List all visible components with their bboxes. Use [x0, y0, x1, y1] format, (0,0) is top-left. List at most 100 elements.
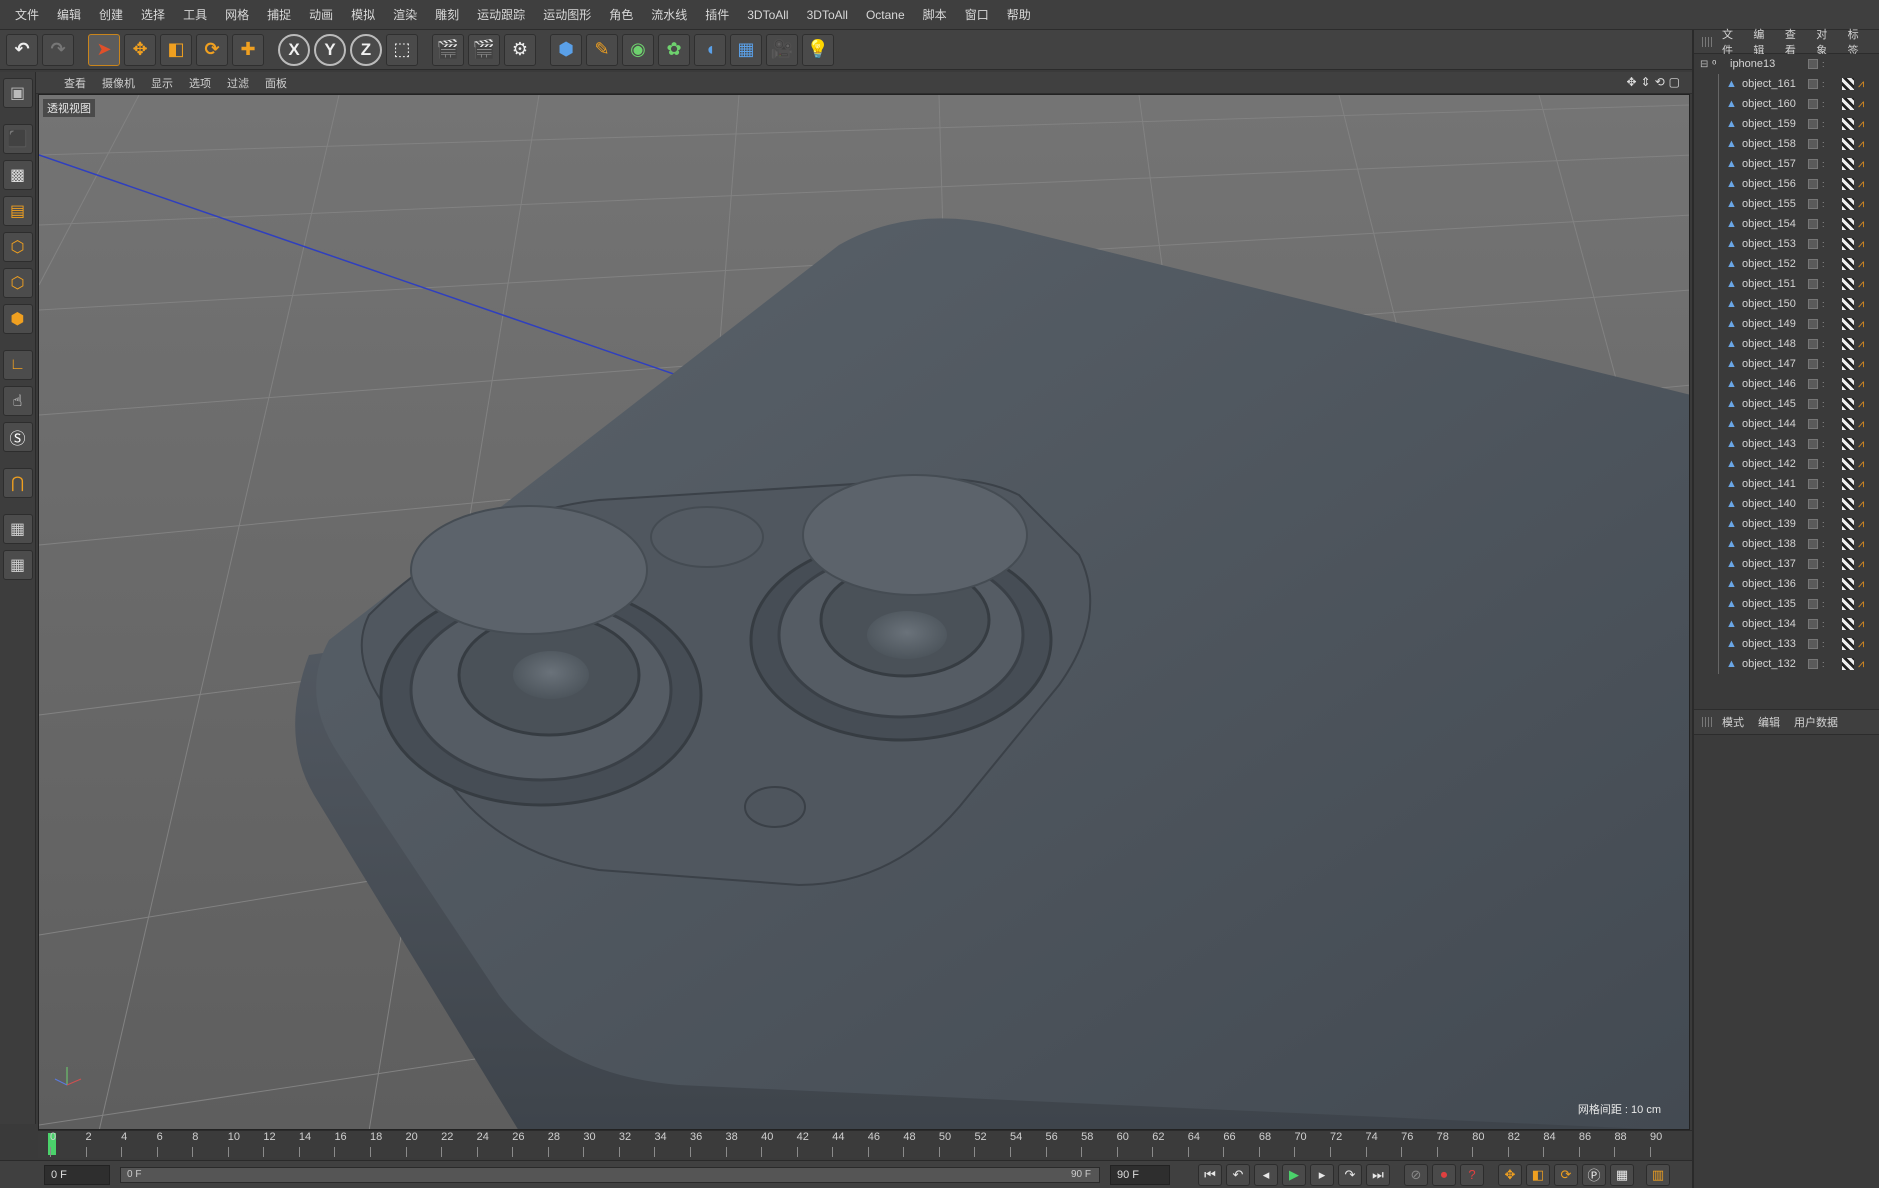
phong-tag-icon[interactable]: ⩘ [1858, 458, 1864, 471]
visibility-check-icon[interactable] [1808, 259, 1818, 269]
undo-icon[interactable]: ↶ [6, 33, 38, 66]
object-name[interactable]: iphone13 [1730, 58, 1775, 70]
next-key-icon[interactable]: ↷ [1338, 1163, 1362, 1186]
menu-sculpt[interactable]: 雕刻 [426, 0, 468, 30]
visibility-check-icon[interactable] [1808, 99, 1818, 109]
object-row[interactable]: ▲ object_156: ⩘ [1694, 174, 1879, 194]
key-rotation-icon[interactable]: ⟳ [1554, 1163, 1578, 1186]
phong-tag-icon[interactable]: ⩘ [1858, 138, 1864, 151]
object-row[interactable]: ▲ object_147: ⩘ [1694, 354, 1879, 374]
pen-spline-icon[interactable]: ✎ [586, 33, 618, 66]
menu-edit[interactable]: 编辑 [48, 0, 90, 30]
phong-tag-icon[interactable]: ⩘ [1858, 478, 1864, 491]
phong-tag-icon[interactable]: ⩘ [1858, 318, 1864, 331]
key-parameter-icon[interactable]: Ⓟ [1582, 1163, 1606, 1186]
object-name[interactable]: object_151 [1742, 278, 1796, 290]
object-name[interactable]: object_153 [1742, 238, 1796, 250]
object-name[interactable]: object_157 [1742, 158, 1796, 170]
visibility-check-icon[interactable] [1808, 139, 1818, 149]
phong-tag-icon[interactable]: ⩘ [1858, 238, 1864, 251]
object-row[interactable]: ▲ object_144: ⩘ [1694, 414, 1879, 434]
object-row[interactable]: ▲ object_142: ⩘ [1694, 454, 1879, 474]
object-name[interactable]: object_137 [1742, 558, 1796, 570]
menu-window[interactable]: 窗口 [956, 0, 998, 30]
object-row[interactable]: ▲ object_150: ⩘ [1694, 294, 1879, 314]
panel-grip-icon[interactable] [1702, 37, 1712, 47]
edges-mode-icon[interactable]: ⬡ [2, 268, 33, 298]
visibility-dots-icon[interactable]: : [1822, 639, 1825, 649]
am-menu-user-data[interactable]: 用户数据 [1794, 714, 1838, 730]
record-keyframe-icon[interactable]: ⏺ [1432, 1163, 1456, 1186]
menu-tools[interactable]: 工具 [174, 0, 216, 30]
visibility-dots-icon[interactable]: : [1822, 599, 1825, 609]
texture-tag-icon[interactable] [1842, 118, 1854, 130]
phong-tag-icon[interactable]: ⩘ [1858, 78, 1864, 91]
viewport-menu-options[interactable]: 选项 [189, 75, 211, 91]
visibility-dots-icon[interactable]: : [1822, 219, 1825, 229]
texture-tag-icon[interactable] [1842, 518, 1854, 530]
phong-tag-icon[interactable]: ⩘ [1858, 98, 1864, 111]
visibility-dots-icon[interactable]: : [1822, 79, 1825, 89]
texture-tag-icon[interactable] [1842, 598, 1854, 610]
object-row[interactable]: ▲ object_151: ⩘ [1694, 274, 1879, 294]
object-row[interactable]: ▲ object_140: ⩘ [1694, 494, 1879, 514]
visibility-check-icon[interactable] [1808, 79, 1818, 89]
cloner-icon[interactable]: ✿ [658, 33, 690, 66]
object-row[interactable]: ▲ object_155: ⩘ [1694, 194, 1879, 214]
am-menu-edit[interactable]: 编辑 [1758, 714, 1780, 730]
visibility-check-icon[interactable] [1808, 179, 1818, 189]
visibility-dots-icon[interactable]: : [1822, 239, 1825, 249]
menu-script[interactable]: 脚本 [914, 0, 956, 30]
texture-tag-icon[interactable] [1842, 478, 1854, 490]
previous-frame-icon[interactable]: ◂ [1254, 1163, 1278, 1186]
previous-key-icon[interactable]: ↶ [1226, 1163, 1250, 1186]
object-row[interactable]: ▲ object_148: ⩘ [1694, 334, 1879, 354]
y-axis-lock-button[interactable]: Y [314, 33, 346, 66]
texture-tag-icon[interactable] [1842, 418, 1854, 430]
visibility-check-icon[interactable] [1808, 519, 1818, 529]
object-name[interactable]: object_136 [1742, 578, 1796, 590]
viewport-menu-cameras[interactable]: 摄像机 [102, 75, 135, 91]
menu-pipeline[interactable]: 流水线 [642, 0, 696, 30]
panel-grip-icon[interactable] [1702, 717, 1712, 727]
cube-object-icon[interactable]: ⬢ [550, 33, 582, 66]
visibility-check-icon[interactable] [1808, 659, 1818, 669]
object-row[interactable]: ▲ object_153: ⩘ [1694, 234, 1879, 254]
object-row[interactable]: ▲ object_135: ⩘ [1694, 594, 1879, 614]
phong-tag-icon[interactable]: ⩘ [1858, 198, 1864, 211]
viewport-nav-icons[interactable]: ✥⇕⟲▢ [1626, 75, 1684, 89]
visibility-dots-icon[interactable]: : [1822, 139, 1825, 149]
menu-snap[interactable]: 捕捉 [258, 0, 300, 30]
visibility-check-icon[interactable] [1808, 59, 1818, 69]
texture-tag-icon[interactable] [1842, 178, 1854, 190]
visibility-check-icon[interactable] [1808, 399, 1818, 409]
visibility-dots-icon[interactable]: : [1822, 399, 1825, 409]
object-row[interactable]: ▲ object_132: ⩘ [1694, 654, 1879, 674]
object-name[interactable]: object_150 [1742, 298, 1796, 310]
visibility-check-icon[interactable] [1808, 339, 1818, 349]
solo-mode-icon[interactable]: Ⓢ [2, 422, 33, 452]
menu-animate[interactable]: 动画 [300, 0, 342, 30]
visibility-check-icon[interactable] [1808, 119, 1818, 129]
object-name[interactable]: object_145 [1742, 398, 1796, 410]
object-name[interactable]: object_140 [1742, 498, 1796, 510]
object-row[interactable]: ▲ object_139: ⩘ [1694, 514, 1879, 534]
object-row[interactable]: ▲ object_143: ⩘ [1694, 434, 1879, 454]
menu-simulate[interactable]: 模拟 [342, 0, 384, 30]
rotate-tool-icon[interactable]: ⟳ [196, 33, 228, 66]
texture-tag-icon[interactable] [1842, 498, 1854, 510]
visibility-check-icon[interactable] [1808, 639, 1818, 649]
visibility-dots-icon[interactable]: : [1822, 119, 1825, 129]
object-name[interactable]: object_132 [1742, 658, 1796, 670]
menu-create[interactable]: 创建 [90, 0, 132, 30]
object-name[interactable]: object_133 [1742, 638, 1796, 650]
object-name[interactable]: object_161 [1742, 78, 1796, 90]
object-name[interactable]: object_148 [1742, 338, 1796, 350]
visibility-check-icon[interactable] [1808, 419, 1818, 429]
phong-tag-icon[interactable]: ⩘ [1858, 398, 1864, 411]
object-name[interactable]: object_139 [1742, 518, 1796, 530]
menu-plugins[interactable]: 插件 [696, 0, 738, 30]
visibility-check-icon[interactable] [1808, 219, 1818, 229]
visibility-dots-icon[interactable]: : [1822, 519, 1825, 529]
object-row[interactable]: ▲ object_149: ⩘ [1694, 314, 1879, 334]
